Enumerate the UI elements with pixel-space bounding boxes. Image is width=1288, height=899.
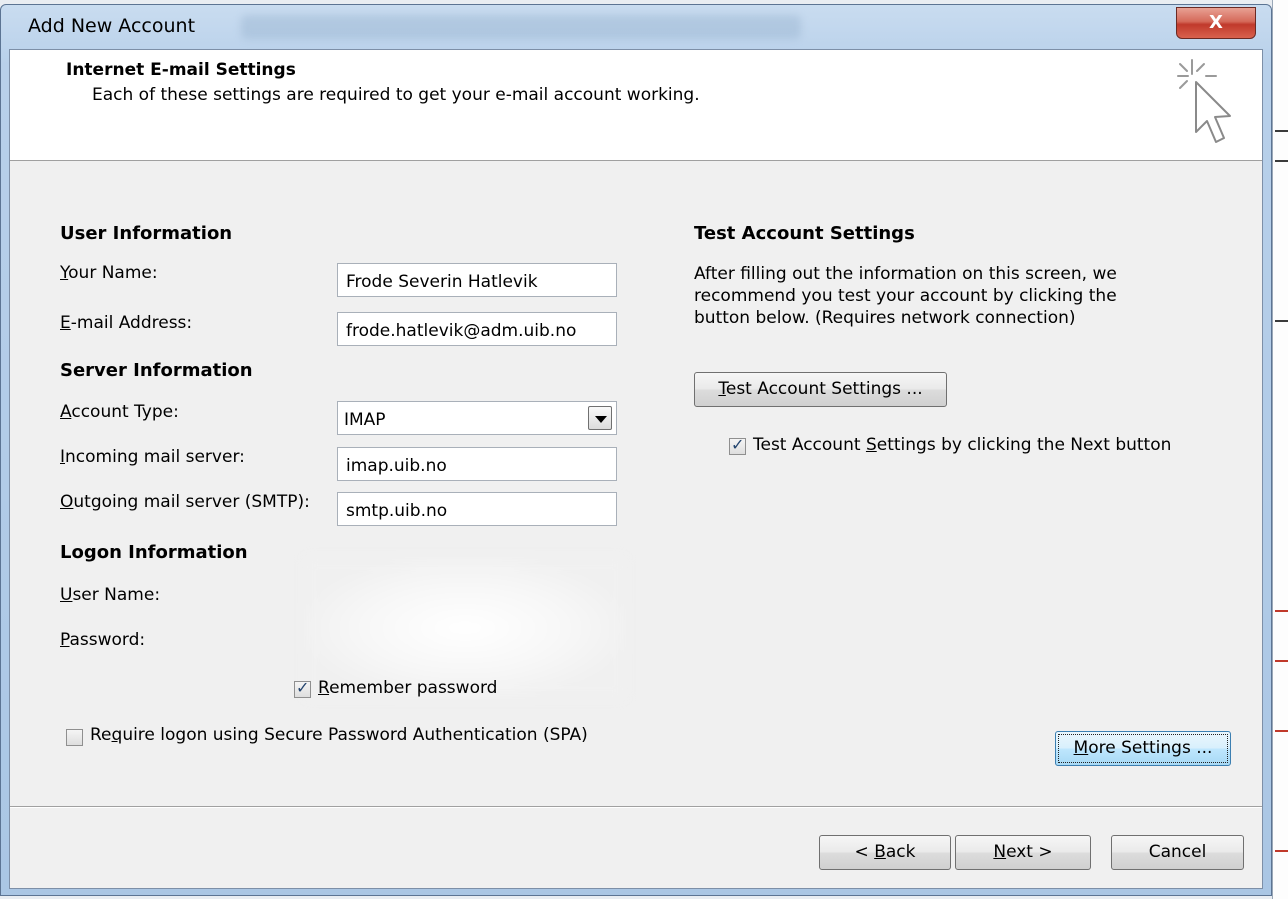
remember-password-label[interactable]: Remember password <box>318 678 497 698</box>
background-text-fragment <box>1275 320 1288 322</box>
email-address-label: E-mail Address: <box>60 313 193 333</box>
dialog-client-area: Internet E-mail Settings Each of these s… <box>9 49 1263 889</box>
incoming-mail-server-label: Incoming mail server: <box>60 447 245 467</box>
background-text-fragment <box>1275 610 1288 612</box>
test-account-description: After filling out the information on thi… <box>694 264 1117 328</box>
remember-password-checkbox[interactable] <box>294 678 311 698</box>
background-text-fragment <box>1275 730 1288 732</box>
title-bar[interactable]: Add New Account X <box>1 5 1271 49</box>
test-by-next-checkbox[interactable] <box>729 435 746 455</box>
window-title: Add New Account <box>28 15 196 37</box>
header-subtitle: Each of these settings are required to g… <box>92 85 700 105</box>
account-type-label: Account Type: <box>60 402 179 422</box>
background-text-fragment <box>1275 130 1288 132</box>
email-address-field[interactable]: frode.hatlevik@adm.uib.no <box>337 312 617 346</box>
close-button[interactable]: X <box>1176 7 1256 39</box>
titlebar-background-blur <box>241 15 801 39</box>
cancel-button[interactable]: Cancel <box>1111 835 1244 870</box>
your-name-label: Your Name: <box>60 263 158 283</box>
chevron-down-icon[interactable] <box>588 406 612 430</box>
incoming-mail-server-field[interactable]: imap.uib.no <box>337 447 617 481</box>
your-name-field[interactable]: Frode Severin Hatlevik <box>337 263 617 297</box>
close-icon: X <box>1209 12 1223 33</box>
logon-information-heading: Logon Information <box>60 542 248 563</box>
server-information-heading: Server Information <box>60 360 253 381</box>
background-window-edge <box>1272 0 1288 899</box>
more-settings-button[interactable]: More Settings ... <box>1055 731 1231 766</box>
background-text-fragment <box>1275 160 1288 162</box>
user-information-heading: User Information <box>60 223 233 244</box>
wizard-header: Internet E-mail Settings Each of these s… <box>10 50 1262 161</box>
require-spa-checkbox[interactable] <box>66 729 83 746</box>
test-account-settings-heading: Test Account Settings <box>694 223 915 244</box>
test-by-next-label[interactable]: Test Account Settings by clicking the Ne… <box>753 435 1171 455</box>
add-new-account-dialog: Add New Account X Internet E-mail Settin… <box>0 4 1272 896</box>
background-text-fragment <box>1275 660 1288 662</box>
account-type-select[interactable]: IMAP <box>337 401 617 435</box>
account-type-value: IMAP <box>344 410 386 430</box>
outgoing-mail-server-field[interactable]: smtp.uib.no <box>337 492 617 526</box>
test-account-settings-button[interactable]: Test Account Settings ... <box>694 372 947 407</box>
password-label: Password: <box>60 630 146 650</box>
background-text-fragment <box>1275 850 1288 852</box>
footer-divider <box>10 806 1262 808</box>
cursor-sparkle-icon <box>1177 59 1231 143</box>
outgoing-mail-server-label: Outgoing mail server (SMTP): <box>60 492 310 512</box>
require-spa-label[interactable]: Require logon using Secure Password Auth… <box>90 725 588 745</box>
redacted-credentials-area <box>305 558 625 698</box>
header-title: Internet E-mail Settings <box>66 60 296 80</box>
user-name-label: User Name: <box>60 585 161 605</box>
next-button[interactable]: Next > <box>955 835 1091 870</box>
focus-rectangle <box>1058 734 1228 763</box>
back-button[interactable]: < Back <box>819 835 951 870</box>
